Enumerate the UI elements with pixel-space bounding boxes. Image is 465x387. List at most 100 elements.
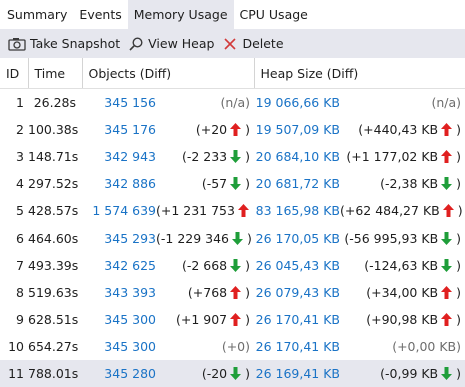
row-id: 5 (0, 197, 28, 224)
column-header-time[interactable]: Time (28, 58, 82, 89)
table-row[interactable]: 126.28s345 156(n/a)19 066,66 KB(n/a) (0, 89, 465, 117)
row-time: 788.01s (28, 360, 82, 387)
objects-diff: (+0) (156, 339, 254, 354)
objects-count-link[interactable]: 343 393 (82, 285, 156, 300)
objects-count-link[interactable]: 345 280 (82, 366, 156, 381)
heap-diff: (+0,00 KB) (340, 339, 465, 354)
objects-count-link[interactable]: 345 176 (82, 122, 156, 137)
heap-size-link[interactable]: 20 684,10 KB (254, 149, 340, 164)
objects-cell: 343 393(+768 ) (82, 279, 254, 306)
objects-count-link[interactable]: 342 886 (82, 176, 156, 191)
table-row[interactable]: 4297.52s342 886(-57 )20 681,72 KB(-2,38 … (0, 170, 465, 197)
table-row[interactable]: 9628.51s345 300(+1 907 )26 170,41 KB(+90… (0, 306, 465, 333)
arrow-down-icon (441, 232, 452, 245)
heap-size-link[interactable]: 26 079,43 KB (254, 285, 340, 300)
objects-diff: (+1 231 753 ) (156, 203, 254, 218)
tab-events[interactable]: Events (73, 0, 127, 29)
delete-label: Delete (242, 36, 283, 51)
heap-diff: (+440,43 KB ) (340, 122, 465, 137)
arrow-down-icon (441, 367, 452, 380)
tab-cpu-usage[interactable]: CPU Usage (234, 0, 314, 29)
table-row[interactable]: 5428.57s1 574 639(+1 231 753 )83 165,98 … (0, 197, 465, 224)
objects-count-link[interactable]: 345 300 (82, 339, 156, 354)
heap-cell: 26 079,43 KB(+34,00 KB ) (254, 279, 465, 306)
objects-count-link[interactable]: 345 293 (82, 231, 156, 246)
delete-button[interactable]: Delete (220, 29, 289, 58)
objects-count-link[interactable]: 345 300 (82, 312, 156, 327)
table-row[interactable]: 6464.60s345 293(-1 229 346 )26 170,05 KB… (0, 224, 465, 251)
table-row[interactable]: 7493.39s342 625(-2 668 )26 045,43 KB(-12… (0, 252, 465, 279)
row-id: 9 (0, 306, 28, 333)
table-row[interactable]: 10654.27s345 300(+0)26 170,41 KB(+0,00 K… (0, 333, 465, 360)
objects-cell: 342 625(-2 668 ) (82, 252, 254, 279)
view-heap-button[interactable]: View Heap (126, 29, 220, 58)
take-snapshot-button[interactable]: Take Snapshot (6, 29, 126, 58)
objects-diff: (-2 668 ) (156, 258, 254, 273)
camera-icon (8, 37, 26, 51)
column-header-objects[interactable]: Objects (Diff) (82, 58, 254, 89)
row-id: 8 (0, 279, 28, 306)
heap-diff: (-0,99 KB ) (340, 366, 465, 381)
row-id: 3 (0, 143, 28, 170)
row-id: 6 (0, 224, 28, 251)
table-row[interactable]: 11788.01s345 280(-20 )26 169,41 KB(-0,99… (0, 360, 465, 387)
heap-size-link[interactable]: 26 170,41 KB (254, 312, 340, 327)
tab-summary[interactable]: Summary (0, 0, 73, 29)
heap-cell: 26 170,05 KB(-56 995,93 KB ) (254, 224, 465, 251)
toolbar: Take Snapshot View Heap Delete (0, 29, 465, 58)
heap-size-link[interactable]: 26 170,41 KB (254, 339, 340, 354)
arrow-down-icon (230, 177, 241, 190)
objects-diff: (-2 233 ) (156, 149, 254, 164)
diff-close-paren: ) (241, 285, 250, 300)
objects-count-link[interactable]: 342 625 (82, 258, 156, 273)
table-row[interactable]: 2100.38s345 176(+20 )19 507,09 KB(+440,4… (0, 116, 465, 143)
diff-close-paren: ) (452, 285, 461, 300)
diff-close-paren: ) (452, 176, 461, 191)
arrow-up-icon (443, 204, 454, 217)
objects-diff: (+20 ) (156, 122, 254, 137)
diff-close-paren: ) (452, 231, 461, 246)
diff-close-paren: ) (452, 366, 461, 381)
heap-diff: (+34,00 KB ) (340, 285, 465, 300)
objects-cell: 345 176(+20 ) (82, 116, 254, 143)
row-time: 428.57s (28, 197, 82, 224)
objects-cell: 345 300(+0) (82, 333, 254, 360)
tab-memory-usage[interactable]: Memory Usage (128, 0, 234, 29)
tab-strip: Summary Events Memory Usage CPU Usage (0, 0, 465, 29)
column-header-id[interactable]: ID (0, 58, 28, 89)
arrow-up-icon (441, 123, 452, 136)
objects-count-link[interactable]: 1 574 639 (82, 203, 156, 218)
objects-count-link[interactable]: 345 156 (82, 95, 156, 110)
heap-diff: (+62 484,27 KB ) (340, 203, 465, 218)
row-id: 11 (0, 360, 28, 387)
arrow-down-icon (232, 232, 243, 245)
heap-cell: 19 507,09 KB(+440,43 KB ) (254, 116, 465, 143)
row-time: 628.51s (28, 306, 82, 333)
column-header-heap[interactable]: Heap Size (Diff) (254, 58, 465, 89)
search-icon (128, 36, 144, 52)
view-heap-label: View Heap (148, 36, 214, 51)
heap-size-link[interactable]: 26 170,05 KB (254, 231, 340, 246)
row-time: 26.28s (28, 89, 82, 117)
objects-diff: (+768 ) (156, 285, 254, 300)
objects-count-link[interactable]: 342 943 (82, 149, 156, 164)
heap-diff: (-56 995,93 KB ) (340, 231, 465, 246)
heap-size-link[interactable]: 26 169,41 KB (254, 366, 340, 381)
heap-diff: (+1 177,02 KB ) (340, 149, 465, 164)
heap-size-link[interactable]: 83 165,98 KB (254, 203, 340, 218)
heap-size-link[interactable]: 20 681,72 KB (254, 176, 340, 191)
heap-size-link[interactable]: 26 045,43 KB (254, 258, 340, 273)
diff-close-paren: ) (452, 312, 461, 327)
arrow-down-icon (441, 259, 452, 272)
row-time: 464.60s (28, 224, 82, 251)
diff-close-paren: ) (241, 149, 250, 164)
table-row[interactable]: 3148.71s342 943(-2 233 )20 684,10 KB(+1 … (0, 143, 465, 170)
heap-size-link[interactable]: 19 507,09 KB (254, 122, 340, 137)
objects-cell: 345 293(-1 229 346 ) (82, 224, 254, 251)
row-time: 100.38s (28, 116, 82, 143)
objects-cell: 342 886(-57 ) (82, 170, 254, 197)
diff-close-paren: ) (452, 258, 461, 273)
heap-size-link[interactable]: 19 066,66 KB (254, 95, 340, 110)
diff-close-paren: ) (241, 312, 250, 327)
table-row[interactable]: 8519.63s343 393(+768 )26 079,43 KB(+34,0… (0, 279, 465, 306)
